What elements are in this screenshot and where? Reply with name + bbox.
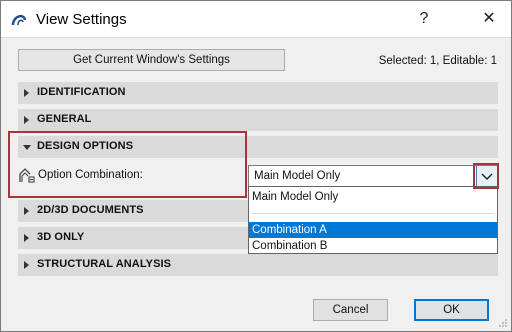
expand-arrow-icon <box>24 89 29 97</box>
section-2d3d-documents[interactable]: 2D/3D DOCUMENTS <box>18 200 248 222</box>
archicad-icon <box>11 14 27 26</box>
expand-arrow-icon <box>24 116 29 124</box>
expand-arrow-icon <box>24 261 29 269</box>
section-label: STRUCTURAL ANALYSIS <box>37 258 172 270</box>
section-label: IDENTIFICATION <box>37 86 126 98</box>
section-label: 3D ONLY <box>37 231 85 243</box>
design-options-highlight <box>8 131 247 198</box>
title-divider <box>1 37 511 38</box>
dialog-title: View Settings <box>36 11 127 28</box>
dropdown-separator <box>252 213 494 214</box>
section-structural-analysis[interactable]: STRUCTURAL ANALYSIS <box>18 254 498 276</box>
title-bar: View Settings ? ✕ <box>1 1 511 37</box>
help-button[interactable]: ? <box>412 8 436 30</box>
ok-button[interactable]: OK <box>414 299 489 321</box>
selected-value: Main Model Only <box>254 170 341 182</box>
expand-arrow-icon <box>24 207 29 215</box>
section-general[interactable]: GENERAL <box>18 109 498 131</box>
option-combination-select[interactable]: Main Model Only <box>248 165 498 187</box>
option-combination-dropdown-list: Main Model Only Combination A Combinatio… <box>248 186 498 254</box>
get-current-window-settings-button[interactable]: Get Current Window's Settings <box>18 49 285 71</box>
close-button[interactable]: ✕ <box>472 7 506 31</box>
section-identification[interactable]: IDENTIFICATION <box>18 82 498 104</box>
cancel-button[interactable]: Cancel <box>313 299 388 321</box>
dropdown-option-combination-a[interactable]: Combination A <box>249 222 497 238</box>
resize-grip-icon[interactable] <box>498 318 508 328</box>
selection-info: Selected: 1, Editable: 1 <box>378 55 497 67</box>
dropdown-option-combination-b[interactable]: Combination B <box>249 238 497 254</box>
section-label: GENERAL <box>37 113 92 125</box>
dropdown-option-main-model-only[interactable]: Main Model Only <box>249 189 497 205</box>
view-settings-dialog: View Settings ? ✕ Get Current Window's S… <box>0 0 512 332</box>
dropdown-button-highlight <box>473 163 499 189</box>
section-label: 2D/3D DOCUMENTS <box>37 204 144 216</box>
section-3d-only[interactable]: 3D ONLY <box>18 227 248 249</box>
expand-arrow-icon <box>24 234 29 242</box>
